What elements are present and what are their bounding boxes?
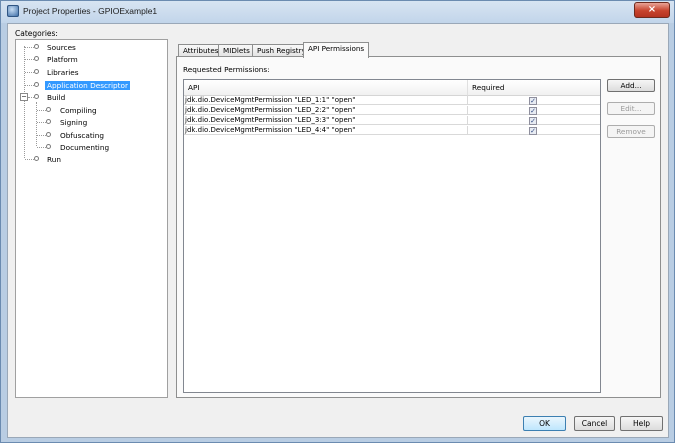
tree-node-icon bbox=[34, 69, 39, 74]
tree-item-sources[interactable]: Sources bbox=[45, 42, 78, 53]
remove-button[interactable]: Remove bbox=[607, 125, 655, 138]
tree-connector bbox=[25, 159, 34, 160]
tree-item-label: Platform bbox=[47, 55, 78, 64]
tree-item-label: Documenting bbox=[60, 143, 110, 152]
column-header-required[interactable]: Required bbox=[468, 80, 600, 96]
tree-item-label: Run bbox=[47, 155, 61, 164]
title-bar[interactable]: Project Properties - GPIOExample1 × bbox=[1, 1, 674, 23]
dialog-body: Categories: Sources Platform Libraries A… bbox=[7, 23, 669, 438]
api-cell: jdk.dio.DeviceMgmtPermission "LED_2:2" "… bbox=[184, 106, 468, 115]
required-cell: ✓ bbox=[468, 96, 600, 105]
tree-item-platform[interactable]: Platform bbox=[45, 54, 80, 65]
window-title: Project Properties - GPIOExample1 bbox=[23, 6, 158, 16]
project-properties-dialog: Project Properties - GPIOExample1 × Cate… bbox=[0, 0, 675, 443]
tree-node-icon bbox=[46, 144, 51, 149]
tree-node-icon bbox=[46, 107, 51, 112]
ok-button[interactable]: OK bbox=[523, 416, 566, 431]
tree-connector bbox=[36, 102, 37, 146]
api-cell: jdk.dio.DeviceMgmtPermission "LED_1:1" "… bbox=[184, 96, 468, 105]
tree-node-icon bbox=[46, 132, 51, 137]
tree-node-icon bbox=[34, 156, 39, 161]
required-cell: ✓ bbox=[468, 126, 600, 135]
tree-node-icon bbox=[34, 82, 39, 87]
required-checkbox[interactable]: ✓ bbox=[529, 97, 537, 105]
add-button[interactable]: Add... bbox=[607, 79, 655, 92]
required-cell: ✓ bbox=[468, 106, 600, 115]
tree-connector bbox=[25, 47, 34, 48]
permissions-table[interactable]: API Required jdk.dio.DeviceMgmtPermissio… bbox=[183, 79, 601, 393]
required-cell: ✓ bbox=[468, 116, 600, 125]
required-checkbox[interactable]: ✓ bbox=[529, 117, 537, 125]
table-row[interactable]: jdk.dio.DeviceMgmtPermission "LED_2:2" "… bbox=[184, 106, 600, 115]
api-permissions-panel: Requested Permissions: API Required jdk.… bbox=[176, 56, 661, 398]
tree-connector bbox=[25, 72, 34, 73]
tree-node-icon bbox=[46, 119, 51, 124]
tree-connector bbox=[37, 122, 46, 123]
collapse-icon[interactable]: − bbox=[20, 93, 28, 101]
table-row[interactable]: jdk.dio.DeviceMgmtPermission "LED_3:3" "… bbox=[184, 116, 600, 125]
tree-item-label: Build bbox=[47, 93, 66, 102]
api-cell: jdk.dio.DeviceMgmtPermission "LED_3:3" "… bbox=[184, 116, 468, 125]
tree-node-icon bbox=[34, 94, 39, 99]
tree-connector bbox=[37, 135, 46, 136]
tree-item-libraries[interactable]: Libraries bbox=[45, 67, 81, 78]
netbeans-app-icon bbox=[7, 5, 19, 17]
tree-item-build[interactable]: Build bbox=[45, 92, 67, 103]
tree-connector bbox=[24, 46, 25, 158]
close-button[interactable]: × bbox=[634, 2, 670, 18]
tree-connector bbox=[37, 147, 46, 148]
table-row[interactable]: jdk.dio.DeviceMgmtPermission "LED_1:1" "… bbox=[184, 96, 600, 105]
categories-tree[interactable]: Sources Platform Libraries Application D… bbox=[15, 39, 168, 398]
tree-item-run[interactable]: Run bbox=[45, 154, 63, 165]
tree-node-icon bbox=[34, 44, 39, 49]
tree-connector bbox=[25, 85, 34, 86]
tree-item-obfuscating[interactable]: Obfuscating bbox=[58, 130, 106, 141]
tree-item-compiling[interactable]: Compiling bbox=[58, 105, 99, 116]
table-row[interactable]: jdk.dio.DeviceMgmtPermission "LED_4:4" "… bbox=[184, 126, 600, 135]
categories-label: Categories: bbox=[15, 29, 58, 38]
tree-item-label: Compiling bbox=[60, 106, 97, 115]
api-cell: jdk.dio.DeviceMgmtPermission "LED_4:4" "… bbox=[184, 126, 468, 135]
tree-item-label: Signing bbox=[60, 118, 88, 127]
tree-item-application-descriptor[interactable]: Application Descriptor bbox=[45, 80, 130, 91]
edit-button[interactable]: Edit... bbox=[607, 102, 655, 115]
required-checkbox[interactable]: ✓ bbox=[529, 127, 537, 135]
help-button[interactable]: Help bbox=[620, 416, 663, 431]
required-checkbox[interactable]: ✓ bbox=[529, 107, 537, 115]
tree-node-icon bbox=[34, 56, 39, 61]
cancel-button[interactable]: Cancel bbox=[574, 416, 615, 431]
requested-permissions-label: Requested Permissions: bbox=[183, 65, 270, 74]
tree-connector bbox=[37, 110, 46, 111]
tree-item-label: Libraries bbox=[47, 68, 79, 77]
tree-item-label: Obfuscating bbox=[60, 131, 104, 140]
tree-item-label: Application Descriptor bbox=[45, 81, 130, 90]
tab-api-permissions[interactable]: API Permissions bbox=[303, 42, 370, 58]
tree-item-label: Sources bbox=[47, 43, 76, 52]
tree-item-documenting[interactable]: Documenting bbox=[58, 142, 111, 153]
tree-item-signing[interactable]: Signing bbox=[58, 117, 89, 128]
tree-connector bbox=[25, 59, 34, 60]
column-header-api[interactable]: API bbox=[184, 80, 468, 96]
